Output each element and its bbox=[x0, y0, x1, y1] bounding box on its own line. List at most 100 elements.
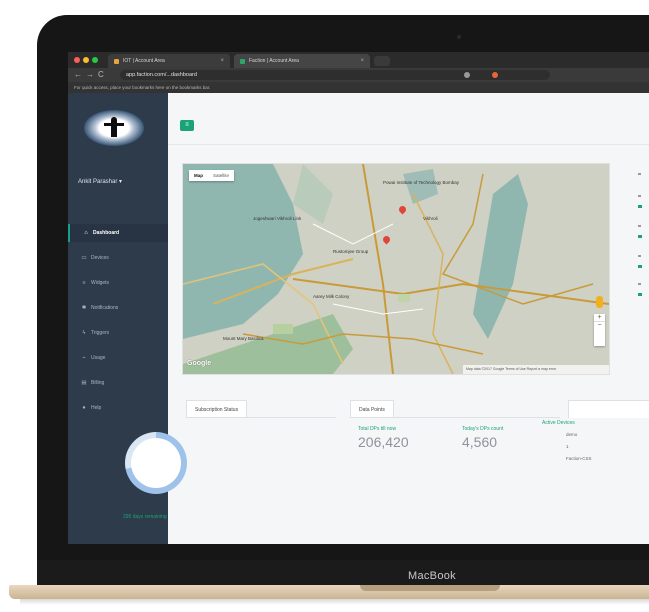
monitor-icon: ▭ bbox=[81, 255, 87, 261]
laptop-base bbox=[9, 585, 649, 599]
zoom-in-icon[interactable]: + bbox=[594, 314, 605, 321]
sidebar-item-label: Usage bbox=[91, 355, 106, 361]
rail-tick bbox=[638, 195, 641, 197]
sidebar-item-dashboard[interactable]: ⌂ Dashboard bbox=[68, 224, 168, 242]
close-window-icon[interactable] bbox=[74, 57, 80, 63]
laptop-screen: IOT | Account Area × Faction | Account A… bbox=[68, 52, 649, 544]
main-content: ≡ Map Satellite Powai Institute of Techn… bbox=[168, 93, 649, 544]
tab-close-icon[interactable]: × bbox=[360, 58, 364, 64]
card-divider bbox=[186, 417, 336, 418]
sidebar-item-label: Help bbox=[91, 405, 102, 411]
camera-icon bbox=[457, 35, 461, 39]
total-dps-label: Total DPs till now bbox=[358, 426, 397, 432]
map-canvas bbox=[183, 164, 609, 374]
street-view-icon[interactable] bbox=[596, 296, 603, 308]
rail-indicator bbox=[638, 205, 642, 208]
tab-data-points[interactable]: Data Points bbox=[350, 400, 394, 418]
rail-indicator bbox=[638, 293, 642, 296]
rail-tick bbox=[638, 283, 641, 285]
avatar-figure-arm bbox=[104, 123, 124, 126]
sidebar-item-usage[interactable]: ⌁ Usage bbox=[68, 349, 168, 367]
map-type-satellite[interactable]: Satellite bbox=[208, 170, 234, 181]
avatar-figure bbox=[111, 117, 117, 137]
today-dps-value: 4,560 bbox=[462, 434, 498, 450]
sidebar-item-label: Dashboard bbox=[93, 230, 120, 236]
question-icon: ● bbox=[82, 405, 86, 411]
sidebar-item-widgets[interactable]: ≡ Widgets bbox=[68, 274, 168, 292]
total-dps-value: 206,420 bbox=[358, 434, 409, 450]
sidebar-item-label: Billing bbox=[91, 380, 105, 386]
tab-favicon-icon bbox=[114, 58, 119, 64]
rail-indicator bbox=[638, 265, 642, 268]
browser-tab-faction[interactable]: Faction | Account Area × bbox=[234, 54, 370, 68]
days-remaining-text: 295 days remaining bbox=[123, 514, 167, 520]
device-list-item[interactable]: Faction-CSS bbox=[566, 456, 592, 461]
rail-tick bbox=[638, 225, 641, 227]
bell-icon: ✱ bbox=[81, 305, 87, 311]
tab-favicon-icon bbox=[240, 58, 245, 64]
sliders-icon: ≡ bbox=[82, 280, 86, 286]
url-field[interactable]: app.faction.com/...dashboard bbox=[120, 70, 550, 80]
back-arrow-icon[interactable]: ← bbox=[74, 70, 82, 80]
forward-arrow-icon[interactable]: → bbox=[86, 70, 94, 80]
user-menu[interactable]: Ankit Parashar ▾ bbox=[78, 178, 122, 185]
sidebar-item-label: Devices bbox=[91, 255, 109, 261]
map-widget[interactable]: Map Satellite Powai Institute of Technol… bbox=[182, 163, 610, 375]
device-list-item[interactable]: demo bbox=[566, 432, 577, 437]
floor-shadow bbox=[20, 599, 649, 605]
progress-ring-center bbox=[131, 438, 181, 488]
laptop-notch bbox=[360, 585, 500, 591]
tab-active-devices[interactable] bbox=[568, 400, 649, 418]
sidebar-item-triggers[interactable]: ϟ Triggers bbox=[68, 324, 168, 342]
map-label: Vikhroli bbox=[423, 216, 438, 221]
minimize-window-icon[interactable] bbox=[83, 57, 89, 63]
map-type-toggle[interactable]: Map Satellite bbox=[189, 170, 235, 181]
bookmarks-bar: For quick access, place your bookmarks h… bbox=[68, 82, 649, 93]
sidebar-item-notifications[interactable]: ✱ Notifications bbox=[68, 299, 168, 317]
new-tab-button[interactable] bbox=[374, 56, 390, 66]
map-attribution[interactable]: Map data ©2017 Google Terms of Use Repor… bbox=[463, 365, 609, 374]
map-zoom-control[interactable]: + − bbox=[594, 314, 605, 346]
map-label: Aarey Milk Colony bbox=[313, 294, 350, 299]
map-label: Jogeshwari Vikhroli Link bbox=[253, 216, 302, 221]
sidebar-item-label: Widgets bbox=[91, 280, 110, 286]
bolt-icon: ϟ bbox=[82, 330, 86, 336]
device-brand-label: MacBook bbox=[408, 570, 456, 582]
browser-tab-iot[interactable]: IOT | Account Area × bbox=[108, 54, 230, 68]
sidebar-item-billing[interactable]: ▤ Billing bbox=[68, 374, 168, 392]
tab-close-icon[interactable]: × bbox=[220, 58, 224, 64]
google-logo: Google bbox=[187, 360, 212, 367]
laptop-chin bbox=[37, 560, 649, 586]
reload-icon[interactable]: C bbox=[98, 70, 104, 80]
device-list-item[interactable]: 1 bbox=[566, 444, 569, 449]
card-icon: ▤ bbox=[81, 380, 87, 386]
today-dps-label: Today's DPs count bbox=[462, 426, 504, 432]
active-devices-label: Active Devices bbox=[542, 420, 575, 426]
home-icon: ⌂ bbox=[84, 230, 88, 236]
map-label: Rustomjee Group bbox=[333, 249, 369, 254]
subscription-progress-ring bbox=[125, 432, 187, 494]
sidebar-item-label: Triggers bbox=[91, 330, 110, 336]
bookmark-star-icon[interactable] bbox=[464, 72, 470, 78]
add-widget-button[interactable]: ≡ bbox=[180, 120, 194, 131]
chart-icon: ⌁ bbox=[82, 355, 86, 361]
map-label: Mount Mary Basilica bbox=[223, 336, 264, 341]
sidebar-item-devices[interactable]: ▭ Devices bbox=[68, 249, 168, 267]
map-label: Powai Institute of Technology Bombay bbox=[383, 180, 459, 185]
sidebar-item-label: Notifications bbox=[91, 305, 119, 311]
header-divider bbox=[168, 144, 649, 145]
rail-tick bbox=[638, 173, 641, 175]
extension-icon[interactable] bbox=[492, 72, 498, 78]
tab-title: IOT | Account Area bbox=[123, 58, 165, 64]
rail-tick bbox=[638, 255, 641, 257]
sidebar-item-help[interactable]: ● Help bbox=[68, 399, 168, 417]
zoom-out-icon[interactable]: − bbox=[594, 321, 605, 329]
tab-title: Faction | Account Area bbox=[249, 58, 299, 64]
map-type-map[interactable]: Map bbox=[189, 170, 208, 181]
right-rail-panel bbox=[616, 163, 649, 373]
avatar[interactable] bbox=[84, 110, 144, 146]
browser-tab-bar: IOT | Account Area × Faction | Account A… bbox=[68, 52, 649, 68]
card-divider bbox=[350, 417, 560, 418]
maximize-window-icon[interactable] bbox=[92, 57, 98, 63]
tab-subscription-status[interactable]: Subscription Status bbox=[186, 400, 248, 418]
